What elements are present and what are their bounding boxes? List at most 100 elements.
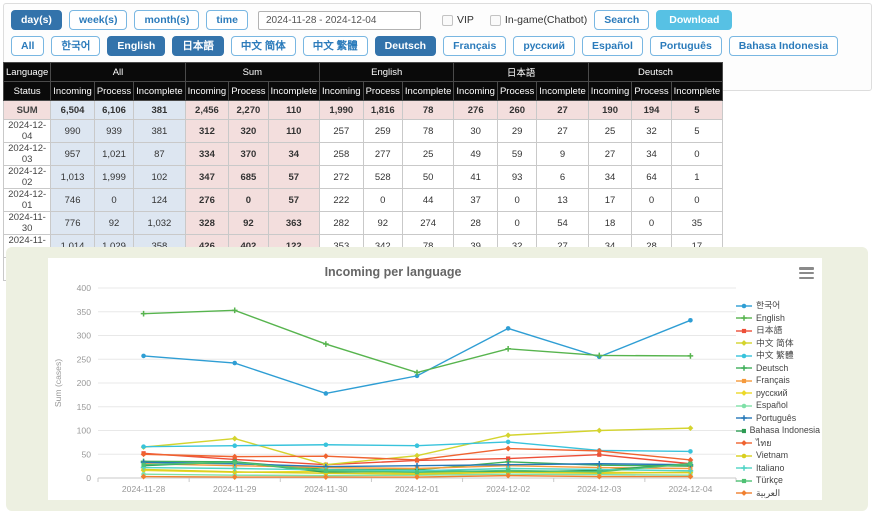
legend-item-espa-ol[interactable]: Español bbox=[736, 400, 820, 411]
table-cell: 57 bbox=[268, 189, 319, 212]
vip-checkbox-box[interactable] bbox=[442, 15, 453, 26]
legend-item-x[interactable]: 中文 繁體 bbox=[736, 350, 820, 361]
lang-filter-button-deutsch[interactable]: Deutsch bbox=[375, 36, 436, 56]
table-cell: 685 bbox=[229, 166, 268, 189]
table-sub-header: Incomplete bbox=[671, 82, 722, 101]
table-cell: 6 bbox=[537, 166, 588, 189]
table-sub-header: Process bbox=[363, 82, 402, 101]
table-row-label: 2024-12-03 bbox=[4, 143, 51, 166]
legend-marker-icon bbox=[736, 327, 752, 335]
lang-filter-button-x[interactable]: 한국어 bbox=[51, 36, 100, 56]
table-sub-header: Incomplete bbox=[268, 82, 319, 101]
legend-item-fran-ais[interactable]: Français bbox=[736, 375, 820, 386]
lang-filter-button-espa-ol[interactable]: Español bbox=[582, 36, 643, 56]
table-cell: 92 bbox=[229, 212, 268, 235]
table-header-language: Language bbox=[4, 63, 51, 82]
svg-text:400: 400 bbox=[77, 283, 92, 293]
lang-filter-button-english[interactable]: English bbox=[107, 36, 165, 56]
lang-filter-button-x[interactable]: русский bbox=[513, 36, 575, 56]
legend-label: Türkçe bbox=[756, 475, 783, 486]
table-cell: 17 bbox=[588, 189, 632, 212]
table-cell: 258 bbox=[320, 143, 364, 166]
legend-marker-icon bbox=[736, 414, 752, 422]
svg-text:200: 200 bbox=[77, 378, 92, 388]
time-filter-button-day-s[interactable]: day(s) bbox=[11, 10, 62, 30]
svg-text:2024-12-02: 2024-12-02 bbox=[486, 484, 530, 494]
table-row-label: 2024-12-04 bbox=[4, 120, 51, 143]
table-row: 2024-12-039571,0218733437034258277254959… bbox=[4, 143, 723, 166]
legend-item-vietnam[interactable]: Vietnam bbox=[736, 450, 820, 461]
table-row: 2024-12-021,0131,99910234768557272528504… bbox=[4, 166, 723, 189]
legend-item-x[interactable]: 日本語 bbox=[736, 325, 820, 336]
table-sub-header: Incomplete bbox=[537, 82, 588, 101]
legend-label: русский bbox=[756, 388, 788, 399]
table-cell: 5 bbox=[671, 101, 722, 120]
legend-marker-icon bbox=[736, 489, 752, 497]
table-cell: 32 bbox=[632, 120, 671, 143]
legend-item-deutsch[interactable]: Deutsch bbox=[736, 363, 820, 374]
table-cell: 276 bbox=[454, 101, 498, 120]
lang-filter-button-portugu-s[interactable]: Português bbox=[650, 36, 722, 56]
table-cell: 0 bbox=[671, 189, 722, 212]
table-sub-header: Process bbox=[632, 82, 671, 101]
table-cell: 124 bbox=[134, 189, 185, 212]
ingame-checkbox[interactable]: In-game(Chatbot) bbox=[490, 14, 587, 26]
lang-filter-button-x[interactable]: 中文 简体 bbox=[231, 36, 296, 56]
chart-legend: 한국어 English日本語中文 简体中文 繁體 DeutschFrançais ру… bbox=[736, 300, 820, 499]
legend-item-x[interactable]: ไทย bbox=[736, 438, 820, 449]
time-filter-button-week-s[interactable]: week(s) bbox=[69, 10, 128, 30]
table-cell: 272 bbox=[320, 166, 364, 189]
time-buttons: day(s) week(s) month(s) time bbox=[11, 10, 248, 30]
lang-filter-button-x[interactable]: 中文 繁體 bbox=[303, 36, 368, 56]
svg-text:300: 300 bbox=[77, 331, 92, 341]
legend-item-x[interactable]: 中文 简体 bbox=[736, 338, 820, 349]
legend-item-bahasa-indonesia[interactable]: Bahasa Indonesia bbox=[736, 425, 820, 436]
table-cell: 102 bbox=[134, 166, 185, 189]
legend-label: 中文 繁體 bbox=[756, 350, 794, 361]
svg-text:2024-12-04: 2024-12-04 bbox=[668, 484, 712, 494]
table-cell: 0 bbox=[497, 189, 536, 212]
table-cell: 25 bbox=[588, 120, 632, 143]
table-row: SUM6,5046,1063812,4562,2701101,9901,8167… bbox=[4, 101, 723, 120]
search-button[interactable]: Search bbox=[594, 10, 649, 30]
table-header-status: Status bbox=[4, 82, 51, 101]
table-cell: 334 bbox=[185, 143, 229, 166]
legend-label: 中文 简体 bbox=[756, 338, 794, 349]
date-range-input[interactable] bbox=[258, 11, 421, 30]
lang-filter-button-all[interactable]: All bbox=[11, 36, 44, 56]
lang-filter-button-fran-ais[interactable]: Français bbox=[443, 36, 506, 56]
legend-label: Français bbox=[756, 375, 790, 386]
legend-marker-icon bbox=[736, 477, 752, 485]
lang-filter-button-bahasa-indonesia[interactable]: Bahasa Indonesia bbox=[729, 36, 838, 56]
table-cell: 29 bbox=[497, 120, 536, 143]
legend-item-english[interactable]: English bbox=[736, 313, 820, 324]
table-cell: 0 bbox=[363, 189, 402, 212]
time-filter-button-month-s[interactable]: month(s) bbox=[134, 10, 199, 30]
table-sub-header: Incoming bbox=[320, 82, 364, 101]
legend-marker-icon bbox=[736, 302, 752, 310]
ingame-checkbox-box[interactable] bbox=[490, 15, 501, 26]
legend-label: Bahasa Indonesia bbox=[750, 425, 820, 436]
legend-item-t-rk-e[interactable]: Türkçe bbox=[736, 475, 820, 486]
download-button[interactable]: Download bbox=[656, 10, 732, 30]
svg-text:150: 150 bbox=[77, 402, 92, 412]
table-cell: 957 bbox=[51, 143, 95, 166]
table-cell: 27 bbox=[537, 120, 588, 143]
svg-text:2024-12-01: 2024-12-01 bbox=[395, 484, 439, 494]
table-cell: 87 bbox=[134, 143, 185, 166]
table-sub-header: Process bbox=[94, 82, 133, 101]
table-cell: 363 bbox=[268, 212, 319, 235]
legend-item-italiano[interactable]: Italiano bbox=[736, 463, 820, 474]
time-filter-button-time[interactable]: time bbox=[206, 10, 248, 30]
vip-checkbox[interactable]: VIP bbox=[442, 14, 474, 26]
legend-item-x[interactable]: 한국어 bbox=[736, 300, 820, 311]
table-row-label: 2024-12-01 bbox=[4, 189, 51, 212]
table-sub-header: Process bbox=[497, 82, 536, 101]
table-row: 2024-12-017460124276057222044370131700 bbox=[4, 189, 723, 212]
lang-filter-button-x[interactable]: 日本語 bbox=[172, 36, 224, 56]
legend-item-portugu-s[interactable]: Português bbox=[736, 413, 820, 424]
legend-item-x[interactable]: العربية bbox=[736, 488, 820, 499]
table-cell: 92 bbox=[94, 212, 133, 235]
table-cell: 0 bbox=[671, 143, 722, 166]
legend-item-x[interactable]: русский bbox=[736, 388, 820, 399]
